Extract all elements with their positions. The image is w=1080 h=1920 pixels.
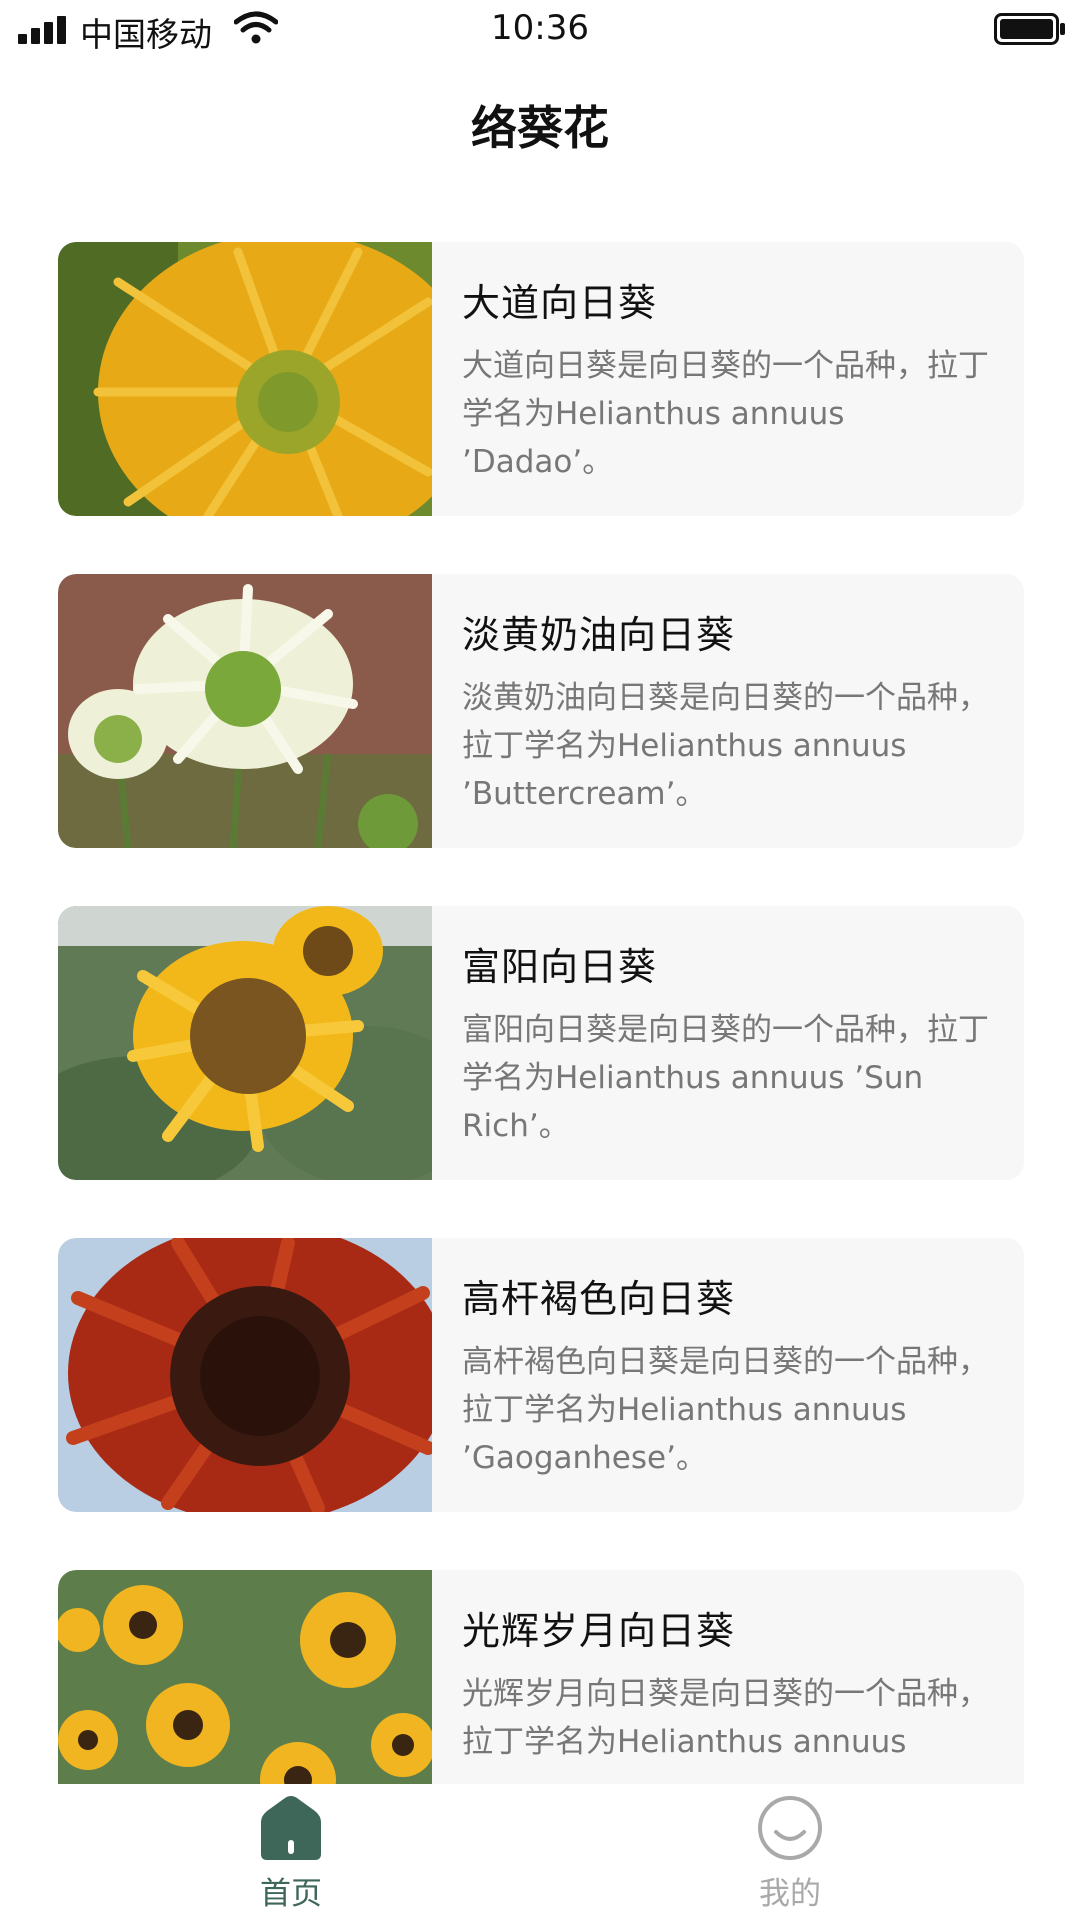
sunflower-cream-image <box>58 574 432 848</box>
battery-icon <box>994 13 1065 45</box>
sunflower-red-brown-image <box>58 1238 432 1512</box>
tab-mine-label: 我的 <box>759 1876 821 1912</box>
tab-home[interactable]: 首页 <box>211 1794 371 1914</box>
list-item[interactable]: 高杆褐色向日葵 高杆褐色向日葵是向日葵的一个品种，拉丁学名为Helianthus… <box>58 1238 1024 1512</box>
item-description: 高杆褐色向日葵是向日葵的一个品种，拉丁学名为Helianthus annuus … <box>462 1344 989 1476</box>
sunflower-thumbnail <box>58 1570 432 1784</box>
sunflower-field-image <box>58 906 432 1180</box>
page-title: 络葵花 <box>471 101 609 155</box>
item-description: 光辉岁月向日葵是向日葵的一个品种，拉丁学名为Helianthus annuus <box>462 1676 989 1760</box>
status-time: 10:36 <box>491 8 589 48</box>
bottom-tab-bar: 首页 我的 <box>0 1784 1080 1920</box>
sunflower-closeup-image <box>58 242 432 516</box>
tab-mine[interactable]: 我的 <box>710 1794 870 1914</box>
item-description: 淡黄奶油向日葵是向日葵的一个品种，拉丁学名为Helianthus annuus … <box>462 680 989 812</box>
item-title: 富阳向日葵 <box>462 945 658 989</box>
sunflower-thumbnail <box>58 1238 432 1512</box>
item-title: 淡黄奶油向日葵 <box>462 613 736 657</box>
sunflower-many-image <box>58 1570 432 1784</box>
list-item[interactable]: 淡黄奶油向日葵 淡黄奶油向日葵是向日葵的一个品种，拉丁学名为Helianthus… <box>58 574 1024 848</box>
sunflower-thumbnail <box>58 906 432 1180</box>
list-item[interactable]: 大道向日葵 大道向日葵是向日葵的一个品种，拉丁学名为Helianthus ann… <box>58 242 1024 516</box>
item-description: 大道向日葵是向日葵的一个品种，拉丁学名为Helianthus annuus ’D… <box>462 348 989 480</box>
item-title: 高杆褐色向日葵 <box>462 1277 736 1321</box>
item-description: 富阳向日葵是向日葵的一个品种，拉丁学名为Helianthus annuus ’S… <box>462 1012 989 1144</box>
flower-list[interactable]: 大道向日葵 大道向日葵是向日葵的一个品种，拉丁学名为Helianthus ann… <box>58 242 1024 1784</box>
item-title: 大道向日葵 <box>462 281 658 325</box>
list-item[interactable]: 富阳向日葵 富阳向日葵是向日葵的一个品种，拉丁学名为Helianthus ann… <box>58 906 1024 1180</box>
sunflower-thumbnail <box>58 242 432 516</box>
home-icon <box>261 1796 321 1860</box>
smile-face-icon <box>758 1796 822 1860</box>
status-bar: 中国移动 10:36 <box>0 0 1080 60</box>
list-item[interactable]: 光辉岁月向日葵 光辉岁月向日葵是向日葵的一个品种，拉丁学名为Helianthus… <box>58 1570 1024 1784</box>
sunflower-thumbnail <box>58 574 432 848</box>
item-title: 光辉岁月向日葵 <box>462 1609 736 1653</box>
tab-home-label: 首页 <box>260 1876 322 1912</box>
app-screen: 中国移动 10:36 络葵花 大道向日葵 大道向日葵是向日葵的一个品种，拉丁学名… <box>0 0 1080 1920</box>
